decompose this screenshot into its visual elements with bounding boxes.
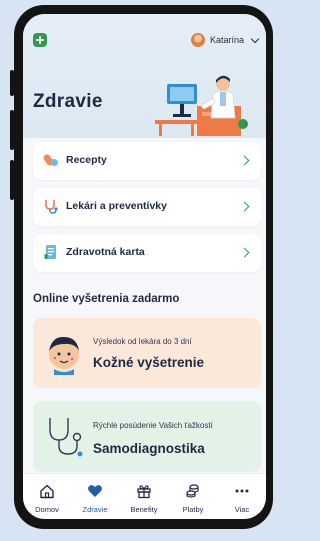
bottom-tab-bar: Domov Zdravie Benefity Platby Viac: [23, 473, 266, 519]
promo-self-diagnosis[interactable]: Rýchle posúdenie Vašich ťažkostí Samodia…: [33, 401, 261, 472]
tab-viac[interactable]: Viac: [218, 474, 266, 519]
menu-item-label: Lekári a preventívky: [66, 200, 167, 212]
promo-subtitle: Rýchle posúdenie Vašich ťažkostí: [93, 421, 213, 430]
pills-icon: [43, 154, 58, 166]
home-icon: [40, 484, 54, 499]
section-title: Online vyšetrenia zadarmo: [33, 293, 180, 305]
phone-side-button: [10, 70, 14, 96]
chevron-down-icon: [250, 34, 260, 43]
promo-title: Samodiagnostika: [93, 441, 205, 456]
more-icon: [235, 489, 249, 493]
app-logo-icon[interactable]: [33, 33, 47, 47]
promo-skin-exam[interactable]: Výsledok od lekára do 3 dní Kožné vyšetr…: [33, 318, 261, 388]
chevron-right-icon: [239, 201, 250, 212]
menu-item-label: Zdravotná karta: [66, 246, 145, 258]
health-card-icon: [44, 245, 56, 259]
child-face-icon: [49, 336, 79, 375]
tab-label: Viac: [234, 505, 250, 514]
tab-label: Benefity: [130, 505, 158, 514]
tab-domov[interactable]: Domov: [23, 474, 71, 519]
menu-item-recepty[interactable]: Recepty: [33, 142, 261, 180]
avatar: [190, 33, 205, 47]
doctor-illustration: [155, 75, 248, 136]
gift-icon: [137, 485, 151, 499]
user-menu[interactable]: Katarína: [190, 32, 260, 48]
tab-benefity[interactable]: Benefity: [120, 474, 168, 519]
tab-zdravie[interactable]: Zdravie: [71, 474, 119, 519]
heart-icon: [88, 485, 102, 497]
tab-label: Zdravie: [82, 505, 108, 514]
promo-subtitle: Výsledok od lekára do 3 dní: [93, 337, 192, 346]
tab-platby[interactable]: Platby: [169, 474, 217, 519]
stethoscope-icon: [45, 200, 58, 214]
phone-side-button: [10, 160, 14, 200]
tab-label: Domov: [35, 505, 59, 514]
chevron-right-icon: [239, 247, 250, 258]
menu-item-zdravotna-karta[interactable]: Zdravotná karta: [33, 234, 261, 272]
app-screen: Katarína Zdravie Recepty Lekári a preven…: [23, 14, 266, 519]
page-title: Zdravie: [33, 91, 103, 112]
chevron-right-icon: [239, 155, 250, 166]
user-name: Katarína: [209, 35, 244, 45]
phone-side-button: [10, 110, 14, 150]
promo-title: Kožné vyšetrenie: [93, 355, 205, 370]
menu-item-label: Recepty: [66, 154, 107, 166]
tab-label: Platby: [182, 505, 204, 514]
coins-icon: [186, 484, 199, 498]
menu-item-lekari[interactable]: Lekári a preventívky: [33, 188, 261, 226]
stethoscope-icon: [49, 418, 83, 457]
